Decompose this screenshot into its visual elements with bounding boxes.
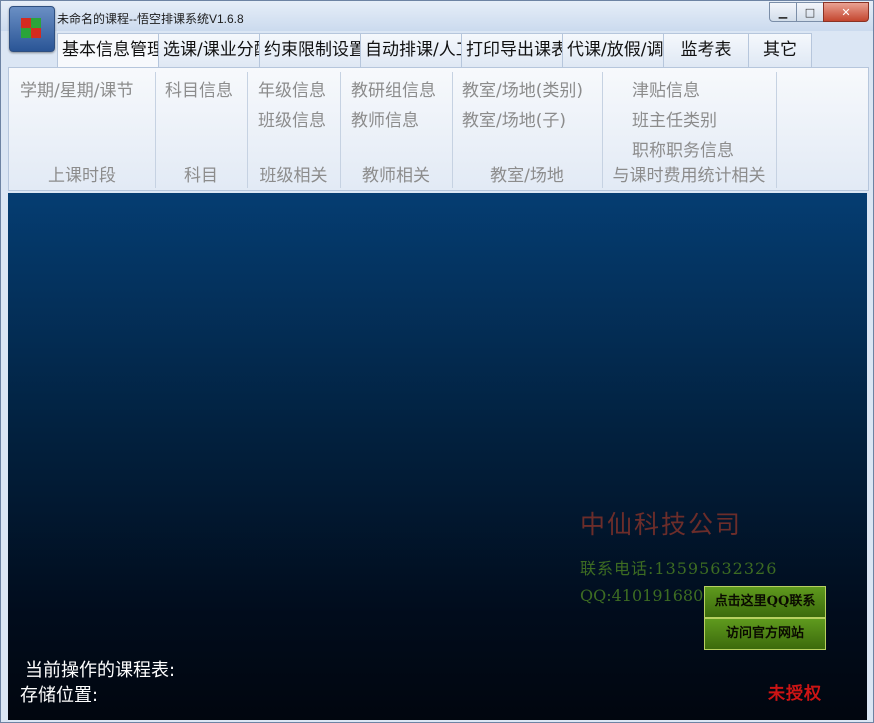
tab-auto-schedule[interactable]: 自动排课/人工: [360, 33, 462, 67]
btn-classroom-sub[interactable]: 教室/场地(子): [462, 106, 566, 131]
btn-teaching-group-info[interactable]: 教研组信息: [351, 76, 436, 101]
btn-classroom-category[interactable]: 教室/场地(类别): [462, 76, 583, 101]
btn-title-position-info[interactable]: 职称职务信息: [632, 136, 734, 161]
tab-other[interactable]: 其它: [748, 33, 812, 67]
group-label: 教室/场地: [490, 166, 564, 186]
logo-green-quad: [21, 28, 31, 38]
btn-grade-info[interactable]: 年级信息: [258, 76, 326, 101]
contact-phone: 联系电话:13595632326: [580, 559, 778, 578]
logo-red-quad: [21, 18, 31, 28]
official-website-button[interactable]: 访问官方网站: [704, 618, 826, 650]
qq-contact-button[interactable]: 点击这里QQ联系: [704, 586, 826, 618]
group-class-periods: 学期/星期/课节 上课时段: [9, 72, 156, 188]
logo-green-quad: [31, 18, 41, 28]
storage-location-label: 存储位置:: [20, 685, 99, 706]
logo-red-quad: [31, 28, 41, 38]
group-teacher-related: 教研组信息 教师信息 教师相关: [340, 72, 453, 188]
group-label: 教师相关: [362, 166, 430, 186]
license-status: 未授权: [768, 684, 822, 704]
group-fee-stats: 津贴信息 班主任类别 职称职务信息 与课时费用统计相关: [602, 72, 777, 188]
btn-class-info[interactable]: 班级信息: [258, 106, 326, 131]
btn-allowance-info[interactable]: 津贴信息: [632, 76, 700, 101]
ribbon-tabs: 基本信息管理 选课/课业分配 约束限制设置 自动排课/人工 打印导出课表 代课/…: [57, 33, 812, 68]
close-button[interactable]: ✕: [823, 2, 869, 22]
app-window: 未命名的课程--悟空排课系统V1.6.8 ▁ □ ✕ 基本信息管理 选课/课业分…: [0, 0, 874, 723]
tab-course-selection[interactable]: 选课/课业分配: [158, 33, 260, 67]
tab-invigilation[interactable]: 监考表: [663, 33, 749, 67]
window-title: 未命名的课程--悟空排课系统V1.6.8: [57, 12, 244, 26]
btn-teacher-info[interactable]: 教师信息: [351, 106, 419, 131]
group-label: 班级相关: [259, 166, 328, 186]
window-controls: ▁ □ ✕: [769, 2, 869, 22]
tab-basic-info[interactable]: 基本信息管理: [57, 33, 159, 68]
tab-substitute-holiday[interactable]: 代课/放假/调课: [562, 33, 664, 67]
group-class-related: 年级信息 班级信息 班级相关: [247, 72, 341, 188]
btn-term-week-period[interactable]: 学期/星期/课节: [20, 76, 133, 101]
group-classroom: 教室/场地(类别) 教室/场地(子) 教室/场地: [452, 72, 603, 188]
company-name: 中仙科技公司: [580, 510, 743, 539]
ribbon-panel: 学期/星期/课节 上课时段 科目信息 科目 年级信息 班级信息 班级相关 教研组…: [8, 67, 869, 191]
maximize-button[interactable]: □: [796, 2, 824, 22]
minimize-button[interactable]: ▁: [769, 2, 797, 22]
group-subject: 科目信息 科目: [155, 72, 248, 188]
group-label: 上课时段: [48, 166, 116, 186]
tab-print-export[interactable]: 打印导出课表: [461, 33, 563, 67]
btn-head-teacher-category[interactable]: 班主任类别: [632, 106, 717, 131]
tab-constraints[interactable]: 约束限制设置: [259, 33, 361, 67]
current-schedule-label: 当前操作的课程表:: [25, 660, 176, 681]
title-bar[interactable]: 未命名的课程--悟空排课系统V1.6.8 ▁ □ ✕: [1, 1, 873, 31]
app-menu-icon[interactable]: [9, 6, 55, 52]
group-label: 科目: [184, 166, 218, 186]
main-workspace: 中仙科技公司 联系电话:13595632326 QQ:410191680 点击这…: [8, 193, 867, 720]
btn-subject-info[interactable]: 科目信息: [165, 76, 233, 101]
group-label: 与课时费用统计相关: [612, 166, 766, 186]
contact-qq: QQ:410191680: [580, 586, 704, 605]
